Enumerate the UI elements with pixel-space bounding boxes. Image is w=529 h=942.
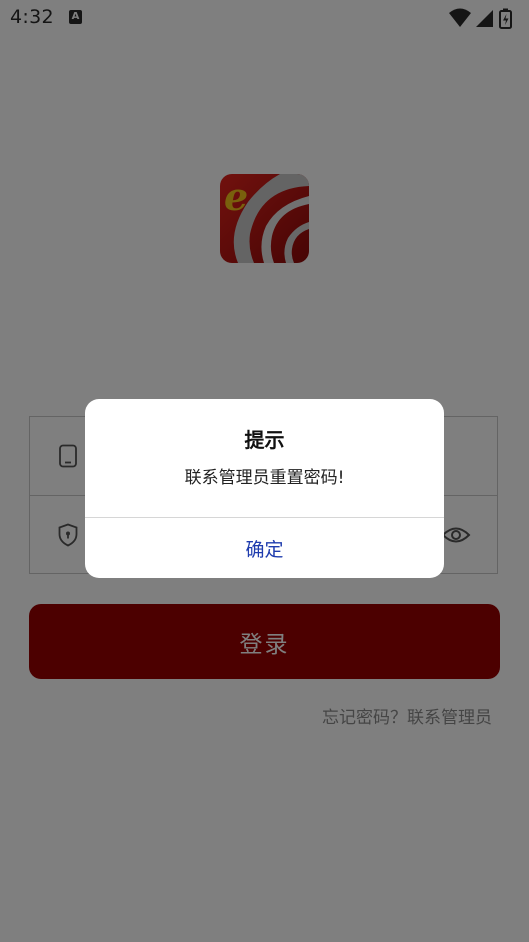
dialog-message: 联系管理员重置密码! [184,468,345,488]
alert-dialog: 提示 联系管理员重置密码! 确定 [85,399,444,578]
dialog-title: 提示 [244,428,285,452]
dialog-confirm-button[interactable]: 确定 [85,518,444,578]
